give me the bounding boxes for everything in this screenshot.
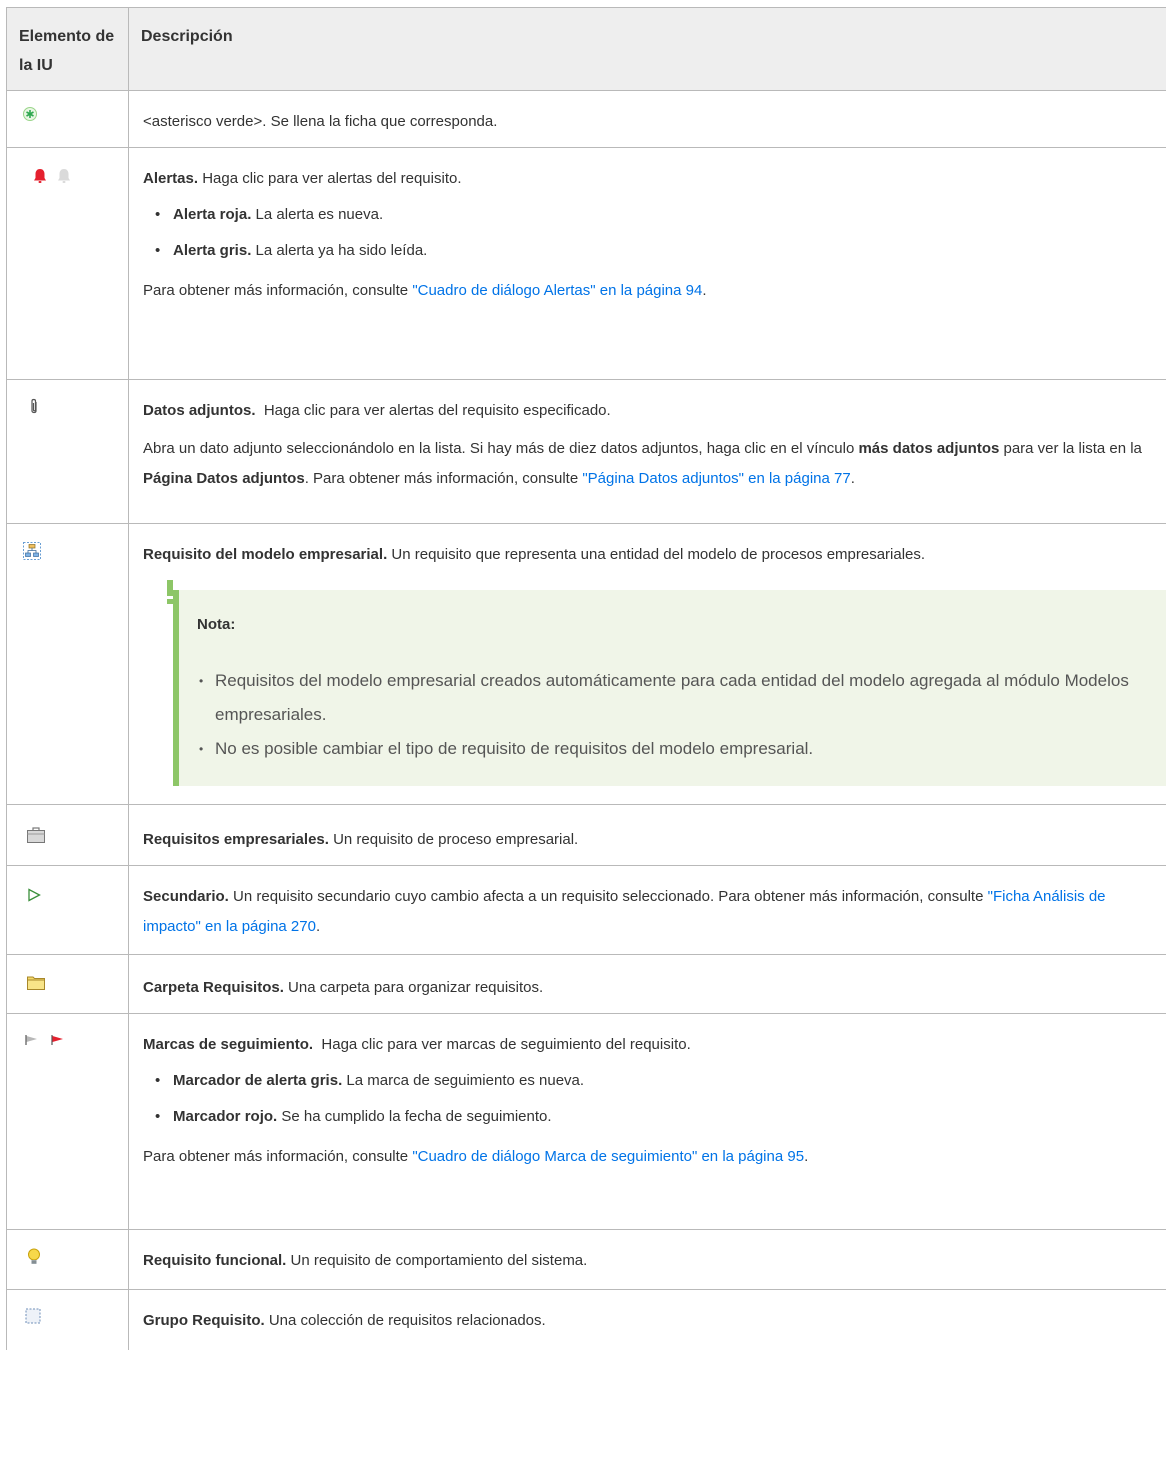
attachments-title: Datos adjuntos. — [143, 402, 256, 419]
attachments-desc-3: . Para obtener más información, consulte — [304, 470, 583, 487]
flags-list: Marcador de alerta gris. La marca de seg… — [143, 1070, 1166, 1128]
functional-title: Requisito funcional. — [143, 1252, 287, 1269]
business-model-text: Un requisito que representa una entidad … — [387, 546, 926, 563]
bullet-text: Se ha cumplido la fecha de seguimiento. — [277, 1108, 552, 1125]
business-text: Un requisito de proceso empresarial. — [328, 831, 579, 848]
group-title: Grupo Requisito. — [143, 1312, 265, 1329]
list-item: Marcador de alerta gris. La marca de seg… — [155, 1070, 1166, 1092]
bullet-text: La alerta es nueva. — [251, 206, 384, 223]
follow-up-dialog-link[interactable]: "Cuadro de diálogo Marca de seguimiento"… — [412, 1148, 804, 1165]
business-title: Requisitos empresariales. — [143, 831, 329, 848]
folder-title: Carpeta Requisitos. — [143, 979, 284, 996]
table-row: Requisitos empresariales. Un requisito d… — [6, 804, 1166, 866]
alerts-dialog-link[interactable]: "Cuadro de diálogo Alertas" en la página… — [412, 282, 702, 299]
attachments-page-bold: Página Datos adjuntos — [143, 470, 305, 487]
business-model-icon — [23, 542, 41, 560]
more-info-text: Para obtener más información, consulte — [143, 282, 413, 299]
note-box: Nota: Requisitos del modelo empresarial … — [167, 580, 1166, 786]
bullet-bold: Marcador de alerta gris. — [173, 1072, 343, 1089]
red-flag-icon — [51, 1035, 64, 1045]
bullet-bold: Alerta gris. — [173, 242, 252, 259]
table-row: <asterisco verde>. Se llena la ficha que… — [6, 90, 1166, 148]
attachments-desc: Abra un dato adjunto seleccionándolo en … — [143, 440, 859, 457]
table-row: Carpeta Requisitos. Una carpeta para org… — [6, 954, 1166, 1014]
period: . — [850, 470, 855, 487]
functional-text: Un requisito de comportamiento del siste… — [286, 1252, 588, 1269]
alerts-list: Alerta roja. La alerta es nueva. Alerta … — [143, 204, 1166, 262]
note-exclamation-icon — [167, 580, 173, 604]
child-text: Un requisito secundario cuyo cambio afec… — [228, 888, 988, 905]
list-item: No es posible cambiar el tipo de requisi… — [197, 732, 1158, 766]
group-text: Una colección de requisitos relacionados… — [264, 1312, 546, 1329]
paperclip-icon — [31, 398, 37, 414]
period: . — [702, 282, 707, 299]
attachments-text: Haga clic para ver alertas del requisito… — [255, 402, 611, 419]
green-asterisk-icon — [23, 107, 37, 121]
list-item: Marcador rojo. Se ha cumplido la fecha d… — [155, 1106, 1166, 1128]
flags-text: Haga clic para ver marcas de seguimiento… — [313, 1036, 691, 1053]
folder-text: Una carpeta para organizar requisitos. — [283, 979, 544, 996]
note-list: Requisitos del modelo empresarial creado… — [197, 664, 1158, 766]
alerts-title: Alertas. — [143, 170, 199, 187]
business-model-title: Requisito del modelo empresarial. — [143, 546, 388, 563]
dashed-group-icon — [25, 1308, 41, 1324]
list-item: Alerta roja. La alerta es nueva. — [155, 204, 1166, 226]
table-header-row: Elemento de la IU Descripción — [6, 7, 1166, 91]
bullet-text: La alerta ya ha sido leída. — [251, 242, 428, 259]
more-info-text: Para obtener más información, consulte — [143, 1148, 413, 1165]
table-row: Alertas. Haga clic para ver alertas del … — [6, 147, 1166, 380]
gray-bell-icon — [58, 169, 71, 183]
table-row: Grupo Requisito. Una colección de requis… — [6, 1289, 1166, 1350]
briefcase-icon — [27, 827, 45, 843]
attachments-desc-2: para ver la lista en la — [999, 440, 1142, 457]
list-item: Requisitos del modelo empresarial creado… — [197, 664, 1158, 732]
table-row: Requisito funcional. Un requisito de com… — [6, 1229, 1166, 1290]
attachments-page-link[interactable]: "Página Datos adjuntos" en la página 77 — [582, 470, 850, 487]
column-header-description: Descripción — [128, 7, 1166, 91]
ui-elements-table: Elemento de la IU Descripción <asterisco… — [6, 7, 1166, 1350]
alerts-text: Haga clic para ver alertas del requisito… — [198, 170, 462, 187]
child-title: Secundario. — [143, 888, 229, 905]
red-bell-icon — [34, 169, 46, 183]
flags-title: Marcas de seguimiento. — [143, 1036, 314, 1053]
period: . — [315, 918, 321, 935]
table-row: Requisito del modelo empresarial. Un req… — [6, 523, 1166, 805]
more-attachments-bold: más datos adjuntos — [858, 440, 1000, 457]
bullet-text: La marca de seguimiento es nueva. — [342, 1072, 585, 1089]
note-title: Nota: — [197, 616, 236, 633]
bullet-bold: Alerta roja. — [173, 206, 252, 223]
bullet-bold: Marcador rojo. — [173, 1108, 278, 1125]
gray-flag-icon — [25, 1035, 37, 1045]
lightbulb-icon — [28, 1248, 40, 1264]
folder-icon — [27, 976, 45, 990]
table-row: Datos adjuntos. Haga clic para ver alert… — [6, 379, 1166, 524]
table-row: Marcas de seguimiento. Haga clic para ve… — [6, 1013, 1166, 1230]
row-description: <asterisco verde>. Se llena la ficha que… — [143, 113, 498, 130]
column-header-ui-element: Elemento de la IU — [6, 7, 129, 91]
table-row: Secundario. Un requisito secundario cuyo… — [6, 865, 1166, 955]
play-outline-icon — [28, 888, 41, 902]
list-item: Alerta gris. La alerta ya ha sido leída. — [155, 240, 1166, 262]
period: . — [804, 1148, 809, 1165]
